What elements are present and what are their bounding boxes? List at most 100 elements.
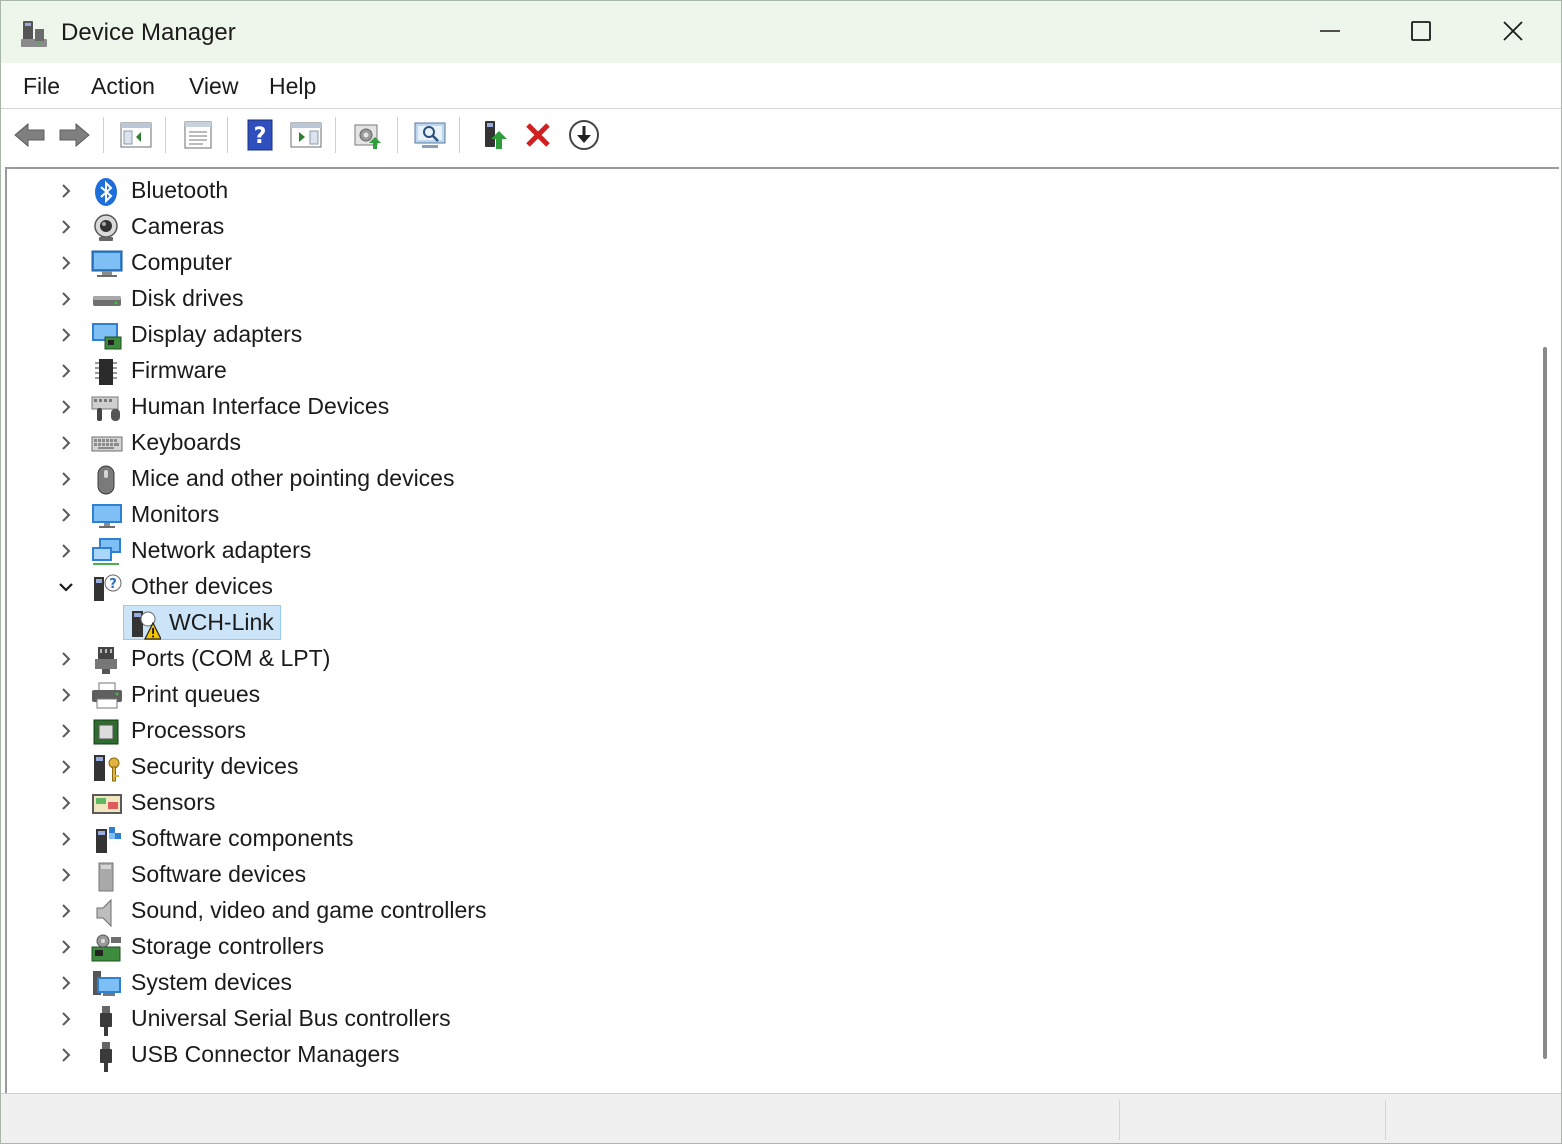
security-device-icon [91, 753, 121, 782]
svg-text:?: ? [254, 124, 267, 149]
enable-device-button[interactable] [475, 116, 513, 154]
tree-category[interactable]: Sensors [7, 785, 1507, 821]
maximize-button[interactable] [1375, 1, 1467, 61]
menu-file[interactable]: File [17, 71, 66, 102]
update-driver-button[interactable] [349, 116, 387, 154]
expand-toggle[interactable] [57, 686, 75, 704]
tree-category[interactable]: USB Connector Managers [7, 1037, 1507, 1073]
chevron-right-icon [62, 652, 71, 666]
tree-category[interactable]: Disk drives [7, 281, 1507, 317]
expand-toggle[interactable] [57, 218, 75, 236]
tree-category[interactable]: Universal Serial Bus controllers [7, 1001, 1507, 1037]
collapse-toggle[interactable] [57, 578, 75, 596]
tree-category[interactable]: Software devices [7, 857, 1507, 893]
expand-toggle[interactable] [57, 1010, 75, 1028]
tree-category[interactable]: Computer [7, 245, 1507, 281]
tree-category[interactable]: Firmware [7, 353, 1507, 389]
show-action-pane-button[interactable] [287, 116, 325, 154]
expand-toggle[interactable] [57, 542, 75, 560]
tree-category[interactable]: Keyboards [7, 425, 1507, 461]
close-button[interactable] [1467, 1, 1559, 61]
tree-category[interactable]: Display adapters [7, 317, 1507, 353]
tree-category[interactable]: Bluetooth [7, 173, 1507, 209]
chevron-right-icon [62, 544, 71, 558]
tree-category[interactable]: Storage controllers [7, 929, 1507, 965]
disable-device-button[interactable] [565, 116, 603, 154]
minimize-button[interactable] [1284, 1, 1376, 61]
system-device-icon [91, 969, 121, 997]
mouse-icon [91, 465, 121, 495]
tree-category[interactable]: Human Interface Devices [7, 389, 1507, 425]
tree-category-label: Software devices [131, 861, 307, 887]
tree-category-label: Mice and other pointing devices [131, 465, 455, 491]
expand-toggle[interactable] [57, 290, 75, 308]
scan-hardware-changes-icon [414, 122, 446, 148]
monitor-icon [91, 501, 122, 529]
scan-hardware-changes-button[interactable] [411, 116, 449, 154]
expand-toggle[interactable] [57, 830, 75, 848]
sensor-icon [91, 789, 122, 817]
tree-category[interactable]: Cameras [7, 209, 1507, 245]
menu-help[interactable]: Help [263, 71, 322, 102]
expand-toggle[interactable] [57, 362, 75, 380]
tree-category[interactable]: ? Other devices [7, 569, 1507, 605]
properties-button[interactable] [179, 116, 217, 154]
chevron-right-icon [62, 220, 71, 234]
uninstall-device-button[interactable] [519, 116, 557, 154]
expand-toggle[interactable] [57, 902, 75, 920]
forward-button[interactable] [55, 116, 93, 154]
expand-toggle[interactable] [57, 650, 75, 668]
enable-device-icon [485, 121, 507, 149]
tree-category[interactable]: Ports (COM & LPT) [7, 641, 1507, 677]
tree-category[interactable]: Network adapters [7, 533, 1507, 569]
expand-toggle[interactable] [57, 866, 75, 884]
tree-category[interactable]: Mice and other pointing devices [7, 461, 1507, 497]
tree-category[interactable]: Monitors [7, 497, 1507, 533]
expand-toggle[interactable] [57, 794, 75, 812]
expand-toggle[interactable] [57, 722, 75, 740]
expand-toggle[interactable] [57, 974, 75, 992]
expand-toggle[interactable] [57, 470, 75, 488]
menu-action[interactable]: Action [85, 71, 161, 102]
display-adapter-icon [91, 321, 122, 350]
chevron-right-icon [62, 688, 71, 702]
expand-toggle[interactable] [57, 1046, 75, 1064]
chevron-right-icon [62, 904, 71, 918]
tree-device-item[interactable]: WCH-Link [7, 605, 1507, 641]
expand-toggle[interactable] [57, 434, 75, 452]
processor-icon [91, 717, 121, 745]
tree-category-label: Display adapters [131, 321, 303, 347]
expand-toggle[interactable] [57, 938, 75, 956]
expand-toggle[interactable] [57, 326, 75, 344]
chevron-right-icon [62, 364, 71, 378]
vertical-scrollbar[interactable] [1527, 169, 1561, 1089]
tree-category[interactable]: Software components [7, 821, 1507, 857]
expand-toggle[interactable] [57, 758, 75, 776]
expand-toggle[interactable] [57, 254, 75, 272]
expand-toggle[interactable] [57, 182, 75, 200]
keyboard-icon [91, 429, 123, 457]
usb-icon [91, 1005, 121, 1036]
toolbar-separator [227, 117, 228, 153]
expand-toggle[interactable] [57, 506, 75, 524]
tree-category[interactable]: Security devices [7, 749, 1507, 785]
tree-category[interactable]: Sound, video and game controllers [7, 893, 1507, 929]
other-devices-icon: ? [91, 573, 122, 601]
menu-view[interactable]: View [183, 71, 244, 102]
tree-category[interactable]: Processors [7, 713, 1507, 749]
tree-category[interactable]: System devices [7, 965, 1507, 1001]
chevron-right-icon [62, 760, 71, 774]
help-button[interactable]: ? [241, 116, 279, 154]
tree-category-label: Keyboards [131, 429, 241, 455]
scrollbar-thumb[interactable] [1543, 347, 1547, 1059]
title-bar[interactable]: Device Manager [1, 1, 1561, 63]
tree-category-label: Monitors [131, 501, 220, 527]
show-hide-console-tree-button[interactable] [117, 116, 155, 154]
tree-category-label: Sensors [131, 789, 216, 815]
expand-toggle[interactable] [57, 398, 75, 416]
menu-bar: File Action View Help [1, 63, 1561, 109]
chevron-right-icon [62, 400, 71, 414]
back-button[interactable] [11, 116, 49, 154]
device-tree[interactable]: Bluetooth Cameras Computer Disk drives Displ… [7, 173, 1525, 1089]
tree-category[interactable]: Print queues [7, 677, 1507, 713]
